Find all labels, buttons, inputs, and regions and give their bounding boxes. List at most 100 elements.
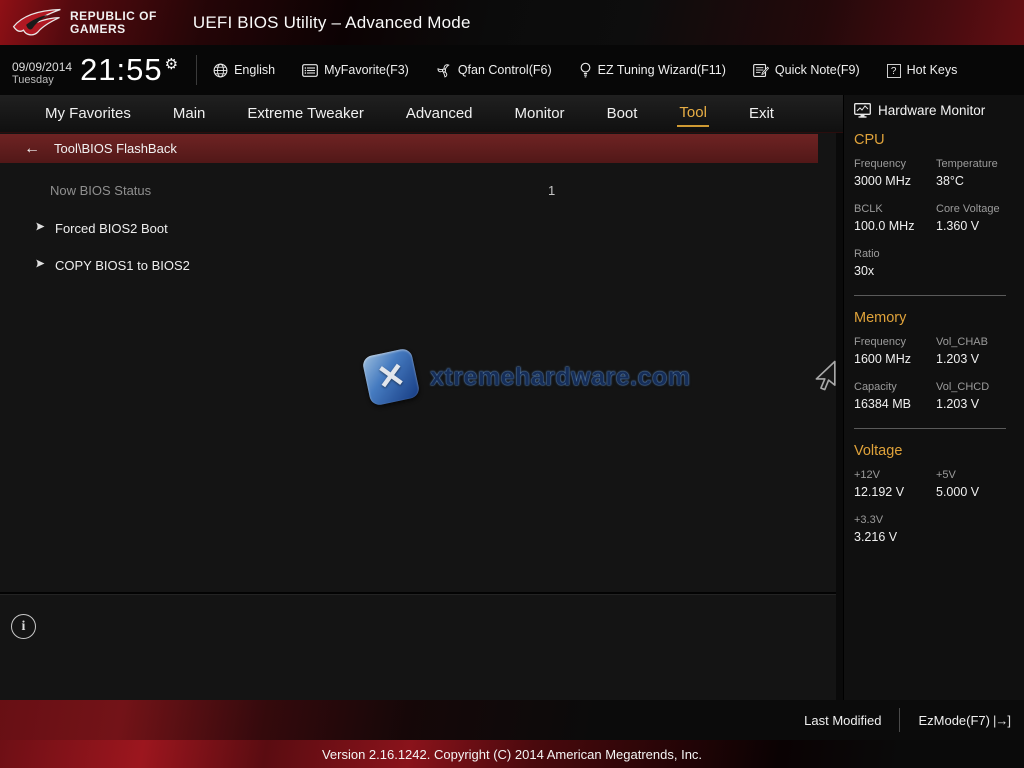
hardware-monitor-header: Hardware Monitor bbox=[854, 103, 1024, 118]
hm-metric-label: +3.3V bbox=[854, 514, 936, 526]
hm-metric-value: 100.0 MHz bbox=[854, 219, 936, 233]
main-content: ← Tool\BIOS FlashBack Now BIOS Status 1 … bbox=[0, 133, 836, 700]
tab-tool[interactable]: Tool bbox=[677, 100, 709, 127]
version-bar: Version 2.16.1242. Copyright (C) 2014 Am… bbox=[0, 740, 1024, 768]
tab-extreme-tweaker[interactable]: Extreme Tweaker bbox=[245, 101, 365, 126]
hm-metric-ratio: Ratio 30x bbox=[854, 248, 936, 278]
hm-metric-label: +5V bbox=[936, 469, 1024, 481]
hm-metric-5v: +5V 5.000 V bbox=[936, 469, 1024, 499]
hm-row: +12V 12.192 V+5V 5.000 V bbox=[854, 469, 1024, 514]
hm-metric-label: Temperature bbox=[936, 158, 1024, 170]
ezmode-button[interactable]: EzMode(F7) |→] bbox=[918, 713, 1010, 728]
tool-menu-item-label: Forced BIOS2 Boot bbox=[55, 221, 168, 236]
fan-icon bbox=[436, 63, 452, 78]
hardware-monitor-title: Hardware Monitor bbox=[878, 103, 985, 118]
bios-status-label: Now BIOS Status bbox=[50, 183, 151, 198]
hm-row: Frequency 1600 MHzVol_CHAB 1.203 V bbox=[854, 336, 1024, 381]
hm-metric-value: 1600 MHz bbox=[854, 352, 936, 366]
hm-metric-value: 5.000 V bbox=[936, 485, 1024, 499]
hardware-monitor-body: CPUFrequency3000 MHzTemperature38°CBCLK1… bbox=[854, 132, 1024, 559]
info-icon: i bbox=[11, 614, 36, 639]
watermark-text: xtremehardware.com bbox=[430, 363, 691, 392]
divider bbox=[196, 55, 197, 85]
hm-metric-value: 3000 MHz bbox=[854, 174, 936, 188]
tool-menu-item-forced-bios2-boot[interactable]: Forced BIOS2 Boot bbox=[0, 215, 818, 241]
hm-section-title-voltage: Voltage bbox=[854, 443, 1024, 459]
hm-row: Capacity16384 MBVol_CHCD1.203 V bbox=[854, 381, 1024, 426]
menu-item-label: EZ Tuning Wizard(F11) bbox=[598, 63, 726, 77]
menu-item-ez-tuning-wizard-f11[interactable]: EZ Tuning Wizard(F11) bbox=[579, 62, 726, 78]
menu-item-hot-keys[interactable]: ? Hot Keys bbox=[887, 63, 958, 78]
date-text: 09/09/2014 bbox=[12, 60, 72, 74]
menu-item-label: Hot Keys bbox=[907, 63, 958, 77]
monitor-icon bbox=[854, 103, 871, 118]
hm-metric-3-3v: +3.3V 3.216 V bbox=[854, 514, 936, 544]
breadcrumb[interactable]: ← Tool\BIOS FlashBack bbox=[0, 134, 818, 163]
hardware-monitor-panel: Hardware Monitor CPUFrequency3000 MHzTem… bbox=[843, 95, 1024, 700]
hm-metric-frequency: Frequency3000 MHz bbox=[854, 158, 936, 188]
hotkeys-icon: ? bbox=[887, 63, 901, 78]
ezmode-exit-icon: |→] bbox=[993, 713, 1010, 728]
tab-main[interactable]: Main bbox=[171, 101, 208, 126]
favorites-icon bbox=[302, 64, 318, 77]
hm-metric-label: +12V bbox=[854, 469, 936, 481]
watermark: ✕ xtremehardware.com bbox=[366, 352, 691, 402]
menu-item-label: Qfan Control(F6) bbox=[458, 63, 552, 77]
breadcrumb-label: Tool\BIOS FlashBack bbox=[54, 141, 177, 156]
tab-advanced[interactable]: Advanced bbox=[404, 101, 475, 126]
submenu-arrow-icon bbox=[35, 256, 46, 274]
note-icon bbox=[753, 63, 769, 78]
hm-metric-label: Core Voltage bbox=[936, 203, 1024, 215]
menu-item-label: MyFavorite(F3) bbox=[324, 63, 409, 77]
hm-metric-label: Ratio bbox=[854, 248, 936, 260]
version-text: Version 2.16.1242. Copyright (C) 2014 Am… bbox=[322, 747, 702, 762]
bulb-icon bbox=[579, 62, 592, 78]
hm-metric-bclk: BCLK 100.0 MHz bbox=[854, 203, 936, 233]
footer-bar: Last Modified EzMode(F7) |→] bbox=[0, 700, 1024, 740]
hm-metric-label: BCLK bbox=[854, 203, 936, 215]
menu-item-quick-note-f9[interactable]: Quick Note(F9) bbox=[753, 63, 860, 78]
divider bbox=[854, 428, 1006, 429]
menu-item-qfan-control-f6[interactable]: Qfan Control(F6) bbox=[436, 63, 552, 78]
hm-metric-label: Frequency bbox=[854, 336, 936, 348]
hm-metric-label: Vol_CHAB bbox=[936, 336, 1024, 348]
hm-metric-value: 1.203 V bbox=[936, 397, 1024, 411]
hm-metric-value: 38°C bbox=[936, 174, 1024, 188]
rog-logo-icon bbox=[8, 5, 66, 41]
tab-boot[interactable]: Boot bbox=[605, 101, 640, 126]
back-arrow-icon[interactable]: ← bbox=[24, 140, 40, 158]
menu-item-myfavorite-f3[interactable]: MyFavorite(F3) bbox=[302, 63, 409, 77]
hm-section-title-memory: Memory bbox=[854, 310, 1024, 326]
last-modified-button[interactable]: Last Modified bbox=[804, 713, 881, 728]
hm-metric-value: 1.203 V bbox=[936, 352, 1024, 366]
info-bar: 09/09/2014 Tuesday 21:55 ⚙ EnglishMyFavo… bbox=[0, 45, 1024, 95]
hm-metric-value: 30x bbox=[854, 264, 936, 278]
bios-status-value: 1 bbox=[548, 183, 555, 198]
tab-exit[interactable]: Exit bbox=[747, 101, 776, 126]
brand-text: REPUBLIC OF GAMERS bbox=[70, 10, 157, 35]
divider bbox=[854, 295, 1006, 296]
hm-row: Ratio 30x bbox=[854, 248, 1024, 293]
hm-row: BCLK 100.0 MHzCore Voltage 1.360 V bbox=[854, 203, 1024, 248]
tool-menu-item-copy-bios1-to-bios2[interactable]: COPY BIOS1 to BIOS2 bbox=[0, 252, 818, 278]
hm-metric-value: 3.216 V bbox=[854, 530, 936, 544]
hm-metric-label: Vol_CHCD bbox=[936, 381, 1024, 393]
hm-metric-temperature: Temperature 38°C bbox=[936, 158, 1024, 188]
globe-icon bbox=[213, 63, 228, 78]
menu-item-label: English bbox=[234, 63, 275, 77]
tab-my-favorites[interactable]: My Favorites bbox=[43, 101, 133, 126]
time-text: 21:55 bbox=[80, 52, 163, 88]
title-bar: REPUBLIC OF GAMERS UEFI BIOS Utility – A… bbox=[0, 0, 1024, 45]
hm-metric-value: 12.192 V bbox=[854, 485, 936, 499]
menu-item-english[interactable]: English bbox=[213, 63, 275, 78]
tool-menu-item-label: COPY BIOS1 to BIOS2 bbox=[55, 258, 190, 273]
hm-row: +3.3V 3.216 V bbox=[854, 514, 1024, 559]
hm-metric-value: 1.360 V bbox=[936, 219, 1024, 233]
menu-item-label: Quick Note(F9) bbox=[775, 63, 860, 77]
hm-metric-vol-chcd: Vol_CHCD 1.203 V bbox=[936, 381, 1024, 411]
tab-monitor[interactable]: Monitor bbox=[513, 101, 567, 126]
submenu-arrow-icon bbox=[35, 219, 46, 237]
clock-settings-gear-icon[interactable]: ⚙ bbox=[165, 55, 178, 73]
hm-metric-core-voltage: Core Voltage 1.360 V bbox=[936, 203, 1024, 233]
hm-section-title-cpu: CPU bbox=[854, 132, 1024, 148]
